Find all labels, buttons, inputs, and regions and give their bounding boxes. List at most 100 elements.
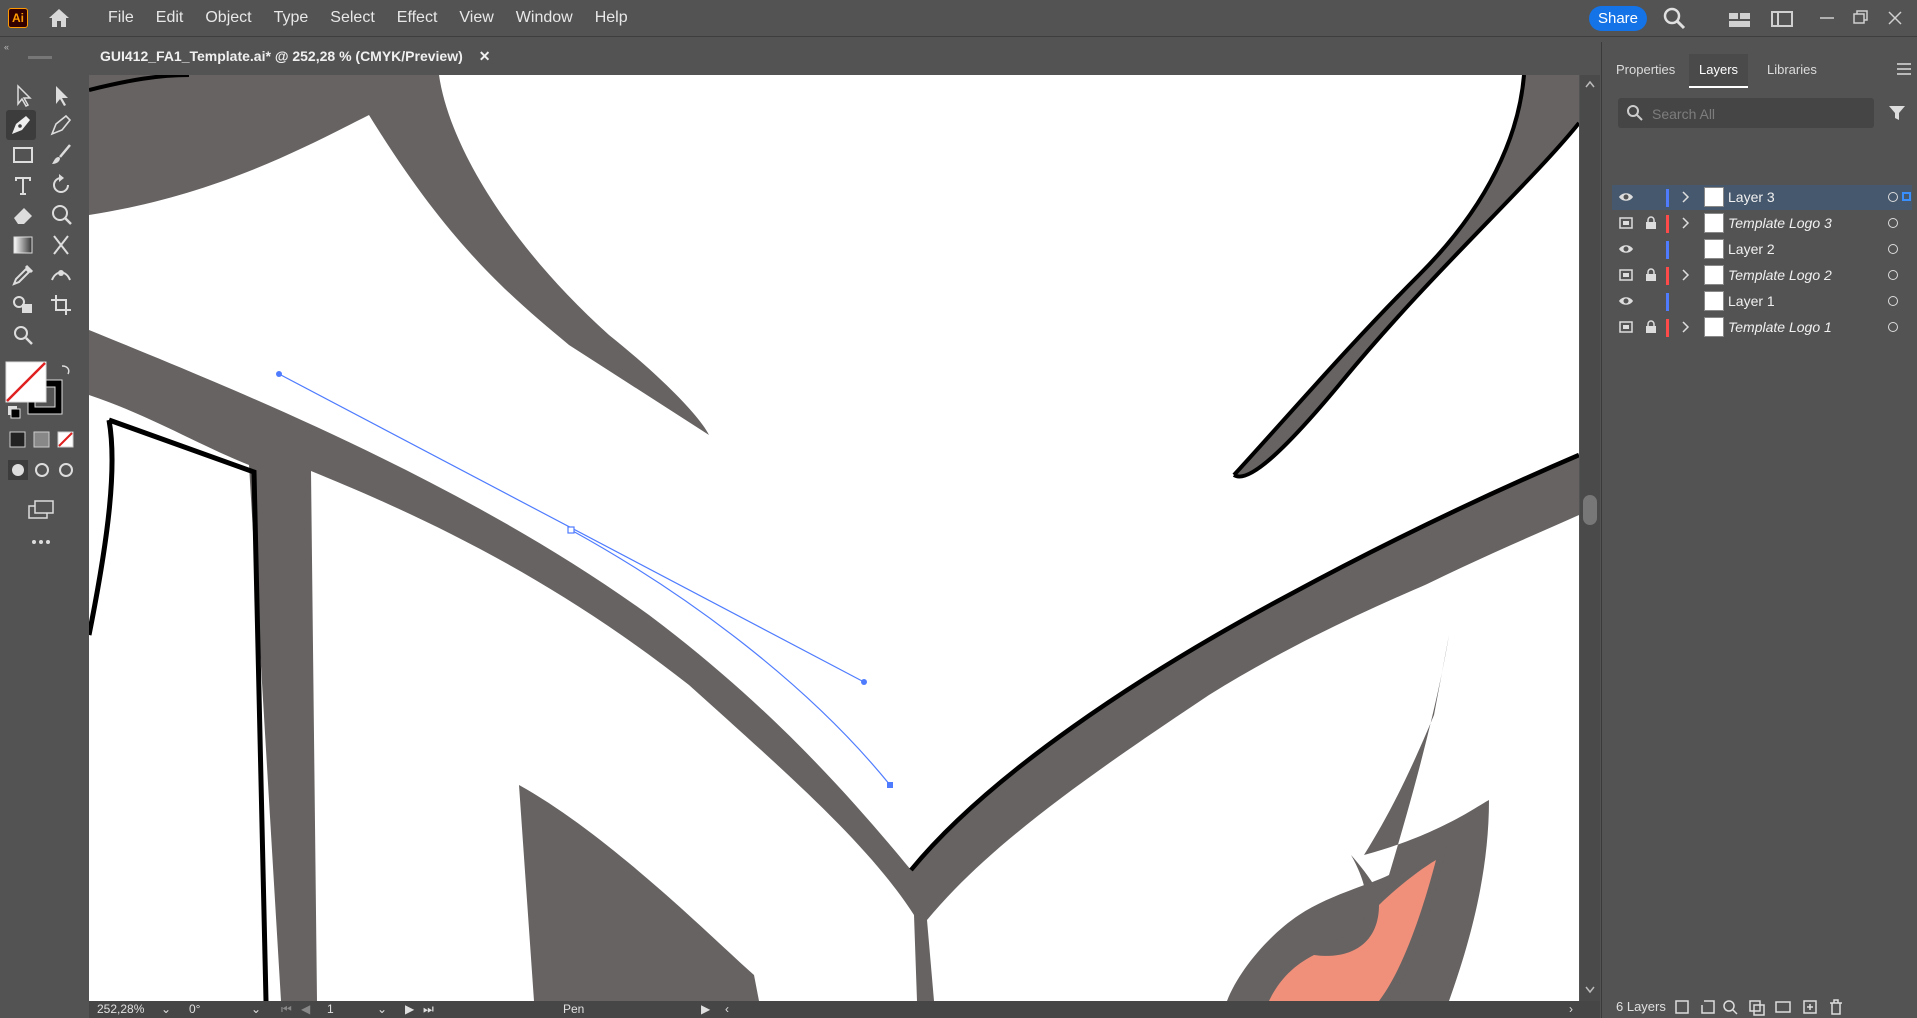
document-tab[interactable]: GUI412_FA1_Template.ai* @ 252,28 % (CMYK… xyxy=(88,40,505,72)
last-artboard-icon[interactable]: ⏭ xyxy=(423,1002,434,1017)
artboard-dropdown-icon[interactable]: ⌄ xyxy=(377,1002,387,1016)
layer-name[interactable]: Template Logo 3 xyxy=(1728,215,1832,231)
artboard-canvas[interactable] xyxy=(89,75,1579,1001)
hscroll-left-icon[interactable]: ‹ xyxy=(725,1002,729,1016)
menu-type[interactable]: Type xyxy=(274,9,309,27)
target-icon[interactable] xyxy=(1888,192,1898,202)
artboard-number[interactable]: 1 xyxy=(327,1002,334,1016)
type-tool-icon[interactable] xyxy=(8,170,38,200)
tab-libraries[interactable]: Libraries xyxy=(1757,54,1827,86)
first-artboard-icon[interactable]: ⏮ xyxy=(281,1002,292,1017)
layer-row[interactable]: Template Logo 3 xyxy=(1612,211,1912,236)
chevron-right-icon[interactable] xyxy=(1678,189,1692,205)
layers-search[interactable] xyxy=(1618,98,1874,128)
search-input[interactable] xyxy=(1650,102,1864,126)
curvature-tool-icon[interactable] xyxy=(46,110,76,140)
workspace-icon[interactable] xyxy=(1770,6,1794,30)
template-visibility-icon[interactable] xyxy=(1618,216,1634,230)
target-icon[interactable] xyxy=(1888,270,1898,280)
layer-count: 6 Layers xyxy=(1616,999,1666,1014)
menu-edit[interactable]: Edit xyxy=(156,9,184,27)
gradient-tool-icon[interactable] xyxy=(8,230,38,260)
eye-icon[interactable] xyxy=(1618,294,1634,308)
zoom-tool-icon[interactable] xyxy=(8,320,38,350)
panel-menu-icon[interactable] xyxy=(1896,62,1912,81)
screen-mode-icon[interactable] xyxy=(26,498,56,522)
hscroll-right-icon[interactable]: › xyxy=(1569,1002,1573,1016)
scissors-tool-icon[interactable] xyxy=(46,230,76,260)
chevron-right-icon[interactable] xyxy=(1678,215,1692,231)
layer-row[interactable]: Template Logo 2 xyxy=(1612,263,1912,288)
target-icon[interactable] xyxy=(1888,296,1898,306)
layer-row[interactable]: Layer 2 xyxy=(1612,237,1912,262)
target-icon[interactable] xyxy=(1888,322,1898,332)
pen-tool-icon[interactable] xyxy=(6,110,36,140)
direct-selection-tool-icon[interactable] xyxy=(46,80,76,110)
layer-name[interactable]: Template Logo 2 xyxy=(1728,267,1832,283)
menu-view[interactable]: View xyxy=(459,9,493,27)
rotation-dropdown-icon[interactable]: ⌄ xyxy=(251,1002,261,1016)
menu-help[interactable]: Help xyxy=(595,9,628,27)
chevron-right-icon[interactable] xyxy=(1678,267,1692,283)
lock-icon[interactable] xyxy=(1644,268,1658,282)
draw-mode-icons[interactable] xyxy=(8,460,78,480)
share-button[interactable]: Share xyxy=(1589,6,1647,31)
layer-row[interactable]: Layer 3 xyxy=(1612,185,1912,210)
eye-icon[interactable] xyxy=(1618,190,1634,204)
close-tab-icon[interactable]: ✕ xyxy=(479,48,491,65)
eye-icon[interactable] xyxy=(1618,242,1634,256)
layer-name[interactable]: Template Logo 1 xyxy=(1728,319,1832,335)
restore-icon[interactable] xyxy=(1850,6,1872,30)
rotate-tool-icon[interactable] xyxy=(46,170,76,200)
selection-tool-icon[interactable] xyxy=(8,80,38,110)
shape-builder-tool-icon[interactable] xyxy=(8,290,38,320)
home-icon[interactable] xyxy=(46,6,72,30)
status-menu-icon[interactable]: ▶ xyxy=(701,1002,710,1016)
menu-select[interactable]: Select xyxy=(330,9,374,27)
chevron-right-icon[interactable] xyxy=(1678,319,1692,335)
rectangle-tool-icon[interactable] xyxy=(8,140,38,170)
more-tools-icon[interactable] xyxy=(26,532,56,552)
artboard-tool-icon[interactable] xyxy=(46,290,76,320)
zoom-level[interactable]: 252,28% xyxy=(97,1002,144,1016)
fill-stroke-swatches[interactable] xyxy=(4,360,74,420)
close-icon[interactable] xyxy=(1884,6,1906,30)
minimize-icon[interactable] xyxy=(1816,6,1838,30)
menu-effect[interactable]: Effect xyxy=(397,9,438,27)
template-artwork xyxy=(89,75,1579,1001)
search-icon[interactable] xyxy=(1662,6,1686,30)
footer-actions[interactable] xyxy=(1674,997,1914,1017)
menu-object[interactable]: Object xyxy=(205,9,251,27)
template-visibility-icon[interactable] xyxy=(1618,320,1634,334)
lock-icon[interactable] xyxy=(1644,216,1658,230)
puppet-warp-tool-icon[interactable] xyxy=(46,260,76,290)
target-icon[interactable] xyxy=(1888,244,1898,254)
template-visibility-icon[interactable] xyxy=(1618,268,1634,282)
selection-indicator[interactable] xyxy=(1902,192,1911,201)
next-artboard-icon[interactable]: ▶ xyxy=(405,1002,414,1016)
warp-tool-icon[interactable] xyxy=(46,200,76,230)
tab-properties[interactable]: Properties xyxy=(1606,54,1685,86)
menu-window[interactable]: Window xyxy=(516,9,573,27)
eraser-tool-icon[interactable] xyxy=(8,200,38,230)
layer-name[interactable]: Layer 1 xyxy=(1728,293,1775,309)
arrange-documents-icon[interactable] xyxy=(1728,6,1752,30)
color-mode-icons[interactable] xyxy=(8,430,78,450)
layer-name[interactable]: Layer 3 xyxy=(1728,189,1775,205)
target-icon[interactable] xyxy=(1888,218,1898,228)
layer-color-swatch xyxy=(1666,215,1669,233)
prev-artboard-icon[interactable]: ◀ xyxy=(301,1002,310,1016)
zoom-dropdown-icon[interactable]: ⌄ xyxy=(161,1002,171,1016)
layer-color-swatch xyxy=(1666,293,1669,311)
layer-row[interactable]: Template Logo 1 xyxy=(1612,315,1912,340)
vertical-scrollbar[interactable] xyxy=(1580,75,1600,1001)
layer-name[interactable]: Layer 2 xyxy=(1728,241,1775,257)
rotation-value[interactable]: 0° xyxy=(189,1002,200,1016)
menu-file[interactable]: File xyxy=(108,9,134,27)
tab-layers[interactable]: Layers xyxy=(1689,54,1749,88)
eyedropper-tool-icon[interactable] xyxy=(8,260,38,290)
lock-icon[interactable] xyxy=(1644,320,1658,334)
paintbrush-tool-icon[interactable] xyxy=(46,140,76,170)
filter-icon[interactable] xyxy=(1888,104,1906,127)
layer-row[interactable]: Layer 1 xyxy=(1612,289,1912,314)
